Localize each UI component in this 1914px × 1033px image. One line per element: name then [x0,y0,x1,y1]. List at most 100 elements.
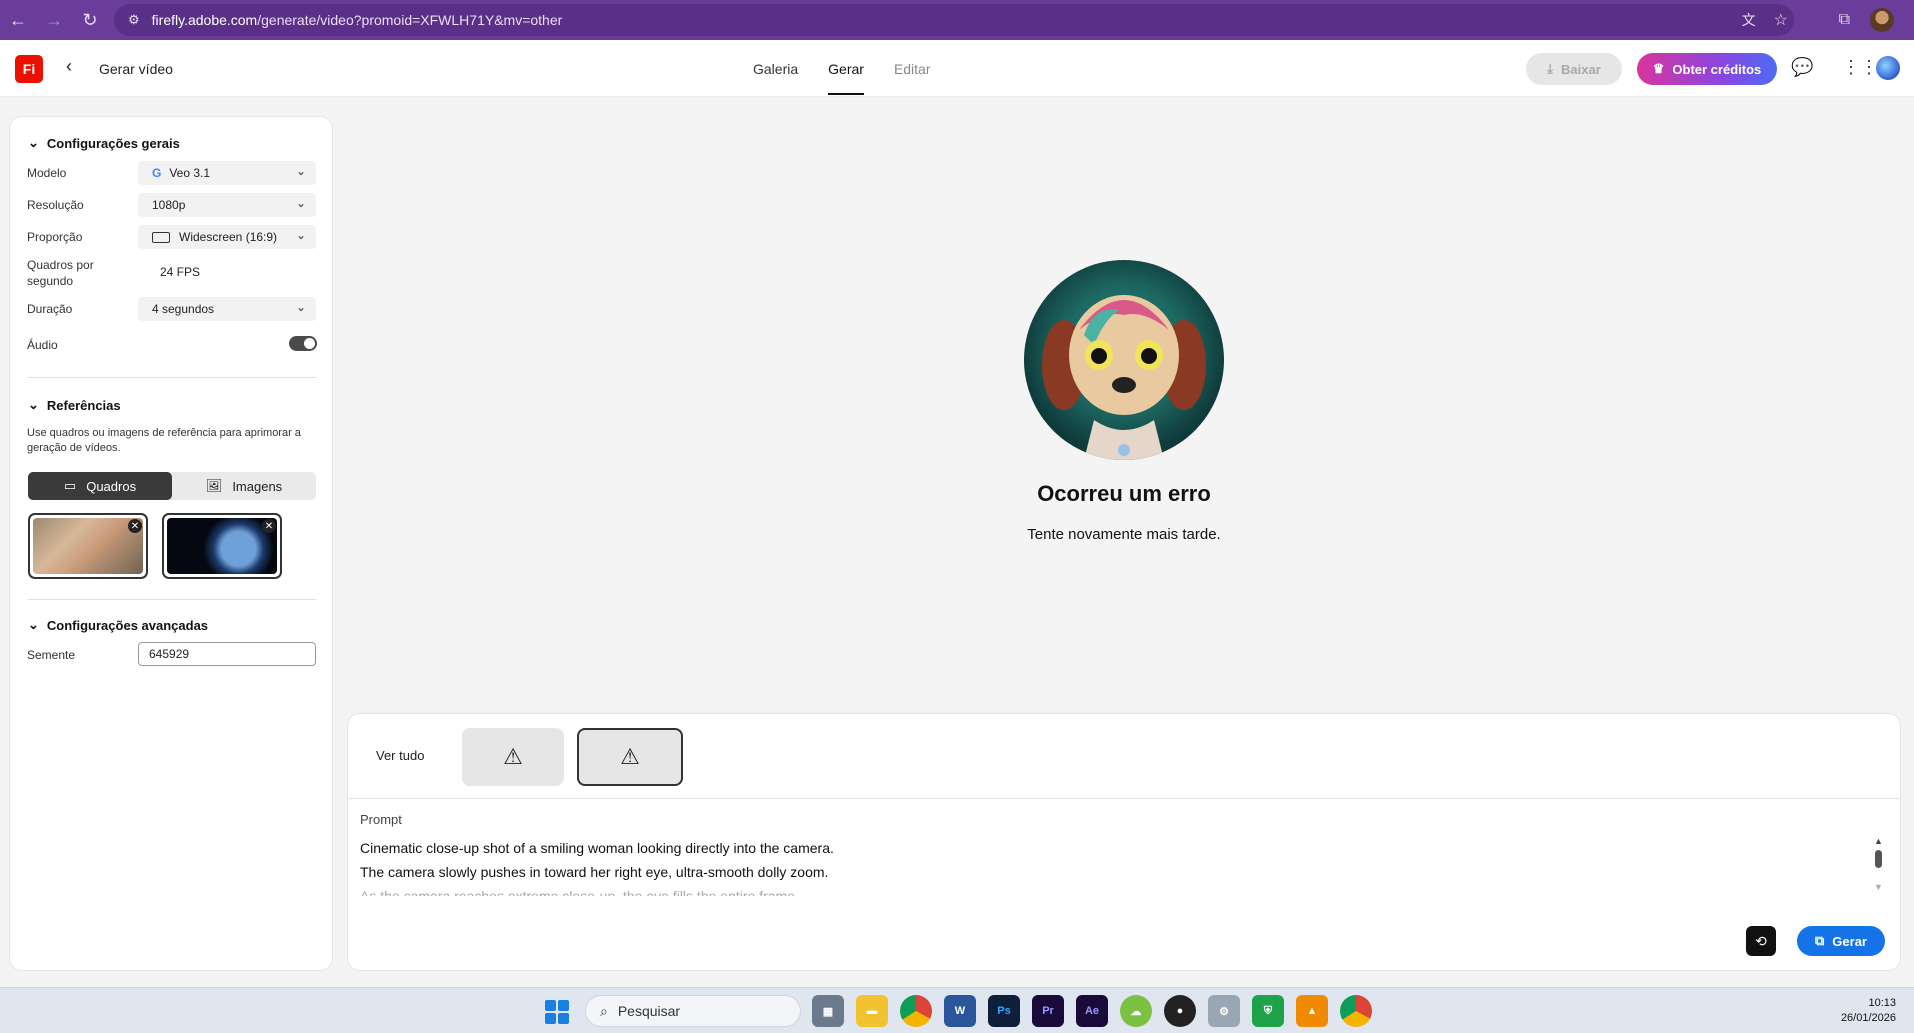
generate-label: Gerar [1832,933,1867,949]
model-value: Veo 3.1 [169,166,211,180]
page-title: Gerar vídeo [99,61,173,77]
utility-app-icon[interactable]: ⚙ [1208,995,1240,1027]
images-label: Imagens [232,478,283,494]
windows-start-icon[interactable] [545,1000,569,1024]
security-app-icon[interactable]: ⛨ [1252,995,1284,1027]
tab-gerar[interactable]: Gerar [828,40,864,97]
reference-frame-start[interactable]: ✕ [28,513,148,579]
general-settings-title: Configurações gerais [46,135,180,151]
ratio-select[interactable]: Widescreen (16:9) ⌄ [138,225,316,249]
references-header[interactable]: ⌄ Referências [28,397,121,413]
download-label: Baixar [1561,61,1601,77]
tab-galeria[interactable]: Galeria [753,40,798,97]
get-credits-button[interactable]: ♛ Obter créditos [1637,53,1777,85]
frames-tab[interactable]: ▭ Quadros [28,472,172,500]
images-icon: 🖼 [205,478,223,493]
prompt-line: The camera slowly pushes in toward her r… [360,864,829,880]
url-path: /generate/video?promoid=XFWLH71Y&mv=othe… [257,12,563,28]
obs-icon[interactable]: ● [1164,995,1196,1027]
taskbar-search-placeholder: Pesquisar [617,1003,681,1019]
seed-input[interactable] [138,642,316,666]
prompt-label: Prompt [360,812,402,827]
reference-type-toggle: ▭ Quadros 🖼 Imagens [28,472,316,500]
error-message: Tente novamente mais tarde. [1027,526,1221,543]
generate-button[interactable]: ⧉ Gerar [1797,926,1885,956]
remove-frame-icon[interactable]: ✕ [128,519,142,533]
firefly-logo[interactable]: Fi [15,55,43,83]
failed-generation-thumb-selected[interactable]: ⚠ [577,728,683,786]
error-illustration-dog [1024,260,1224,460]
scrollbar-thumb[interactable] [1875,850,1882,868]
divider [28,599,316,600]
system-clock[interactable]: 10:13 26/01/2026 [1841,996,1896,1026]
translate-icon[interactable]: 文 [1742,10,1756,30]
advanced-settings-title: Configurações avançadas [46,617,209,633]
clock-time: 10:13 [1868,997,1896,1009]
advanced-settings-header[interactable]: ⌄ Configurações avançadas [28,617,208,633]
chevron-down-icon: ⌄ [295,164,306,178]
prompt-history-button[interactable]: ⟲ [1746,926,1776,956]
taskbar-apps: ▦ ▬ W Ps Pr Ae ☁ ● ⚙ ⛨ ▲ [812,995,1372,1027]
forward-arrow-icon[interactable]: → [36,2,72,38]
failed-generation-thumb[interactable]: ⚠ [462,728,564,786]
chrome-icon[interactable] [900,995,932,1027]
scroll-up-icon[interactable]: ▲ [1874,836,1883,846]
download-button[interactable]: ⤓ Baixar [1526,53,1622,85]
chevron-down-icon: ⌄ [295,300,306,314]
calculator-icon[interactable]: ▦ [812,995,844,1027]
resolution-value: 1080p [152,198,186,212]
warning-icon: ⚠ [503,744,523,769]
fps-label: Quadros por segundo [27,258,94,288]
back-chevron-icon[interactable]: ‹ [66,56,72,77]
audio-toggle[interactable] [289,336,317,351]
reload-icon[interactable]: ↻ [72,2,108,38]
file-explorer-icon[interactable]: ▬ [856,995,888,1027]
ratio-value: Widescreen (16:9) [179,230,278,244]
bookmark-star-icon[interactable]: ☆ [1774,10,1788,30]
browser-toolbar: ← → ↻ ⚙ firefly.adobe.com/generate/video… [0,0,1914,40]
taskbar-search[interactable]: ⌕ Pesquisar [585,995,801,1027]
scroll-down-icon[interactable]: ▼ [1874,882,1883,892]
prompt-textarea[interactable]: Cinematic close-up shot of a smiling wom… [360,836,1560,896]
remove-frame-icon[interactable]: ✕ [262,519,276,533]
images-tab[interactable]: 🖼 Imagens [172,472,316,500]
references-description: Use quadros ou imagens de referência par… [27,427,301,454]
extensions-icon[interactable]: ⧉ [1839,11,1850,29]
back-arrow-icon[interactable]: ← [0,2,36,38]
app-header: Fi ‹ Gerar vídeo Galeria Gerar Editar ⤓ … [0,40,1914,97]
premiere-icon[interactable]: Pr [1032,995,1064,1027]
tab-editar[interactable]: Editar [894,40,931,97]
credits-label: Obter créditos [1672,61,1762,77]
model-label: Modelo [27,166,67,180]
chrome-profile-icon[interactable] [1340,995,1372,1027]
general-settings-header[interactable]: ⌄ Configurações gerais [28,135,180,151]
fps-value: 24 FPS [160,265,201,279]
prompt-scrollbar[interactable]: ▲ ▼ [1874,836,1884,896]
see-all-link[interactable]: Ver tudo [376,748,424,763]
browser-profile-avatar[interactable] [1870,8,1894,32]
os-taskbar: ⌕ Pesquisar ▦ ▬ W Ps Pr Ae ☁ ● ⚙ ⛨ ▲ 10:… [0,987,1914,1033]
generate-icon: ⧉ [1815,933,1825,948]
user-avatar[interactable] [1876,56,1900,80]
resolution-select[interactable]: 1080p ⌄ [138,193,316,217]
duration-select[interactable]: 4 segundos ⌄ [138,297,316,321]
references-title: Referências [46,397,121,413]
after-effects-icon[interactable]: Ae [1076,995,1108,1027]
prompt-line: As the camera reaches extreme close-up, … [360,888,799,896]
reference-frame-end[interactable]: ✕ [162,513,282,579]
cloud-app-icon[interactable]: ☁ [1120,995,1152,1027]
top-nav: Galeria Gerar Editar [753,40,931,97]
address-bar[interactable]: ⚙ firefly.adobe.com/generate/video?promo… [114,4,1794,36]
ratio-label: Proporção [27,230,83,244]
site-info-icon[interactable]: ⚙ [128,12,140,28]
feedback-chat-icon[interactable]: 💬 [1791,57,1813,78]
chevron-down-icon: ⌄ [28,135,39,150]
model-select[interactable]: G Veo 3.1 ⌄ [138,161,316,185]
photoshop-icon[interactable]: Ps [988,995,1020,1027]
error-title: Ocorreu um erro [1037,481,1211,506]
divider [28,377,316,378]
word-icon[interactable]: W [944,995,976,1027]
vlc-icon[interactable]: ▲ [1296,995,1328,1027]
frames-icon: ▭ [63,478,77,493]
chevron-down-icon: ⌄ [295,228,306,242]
